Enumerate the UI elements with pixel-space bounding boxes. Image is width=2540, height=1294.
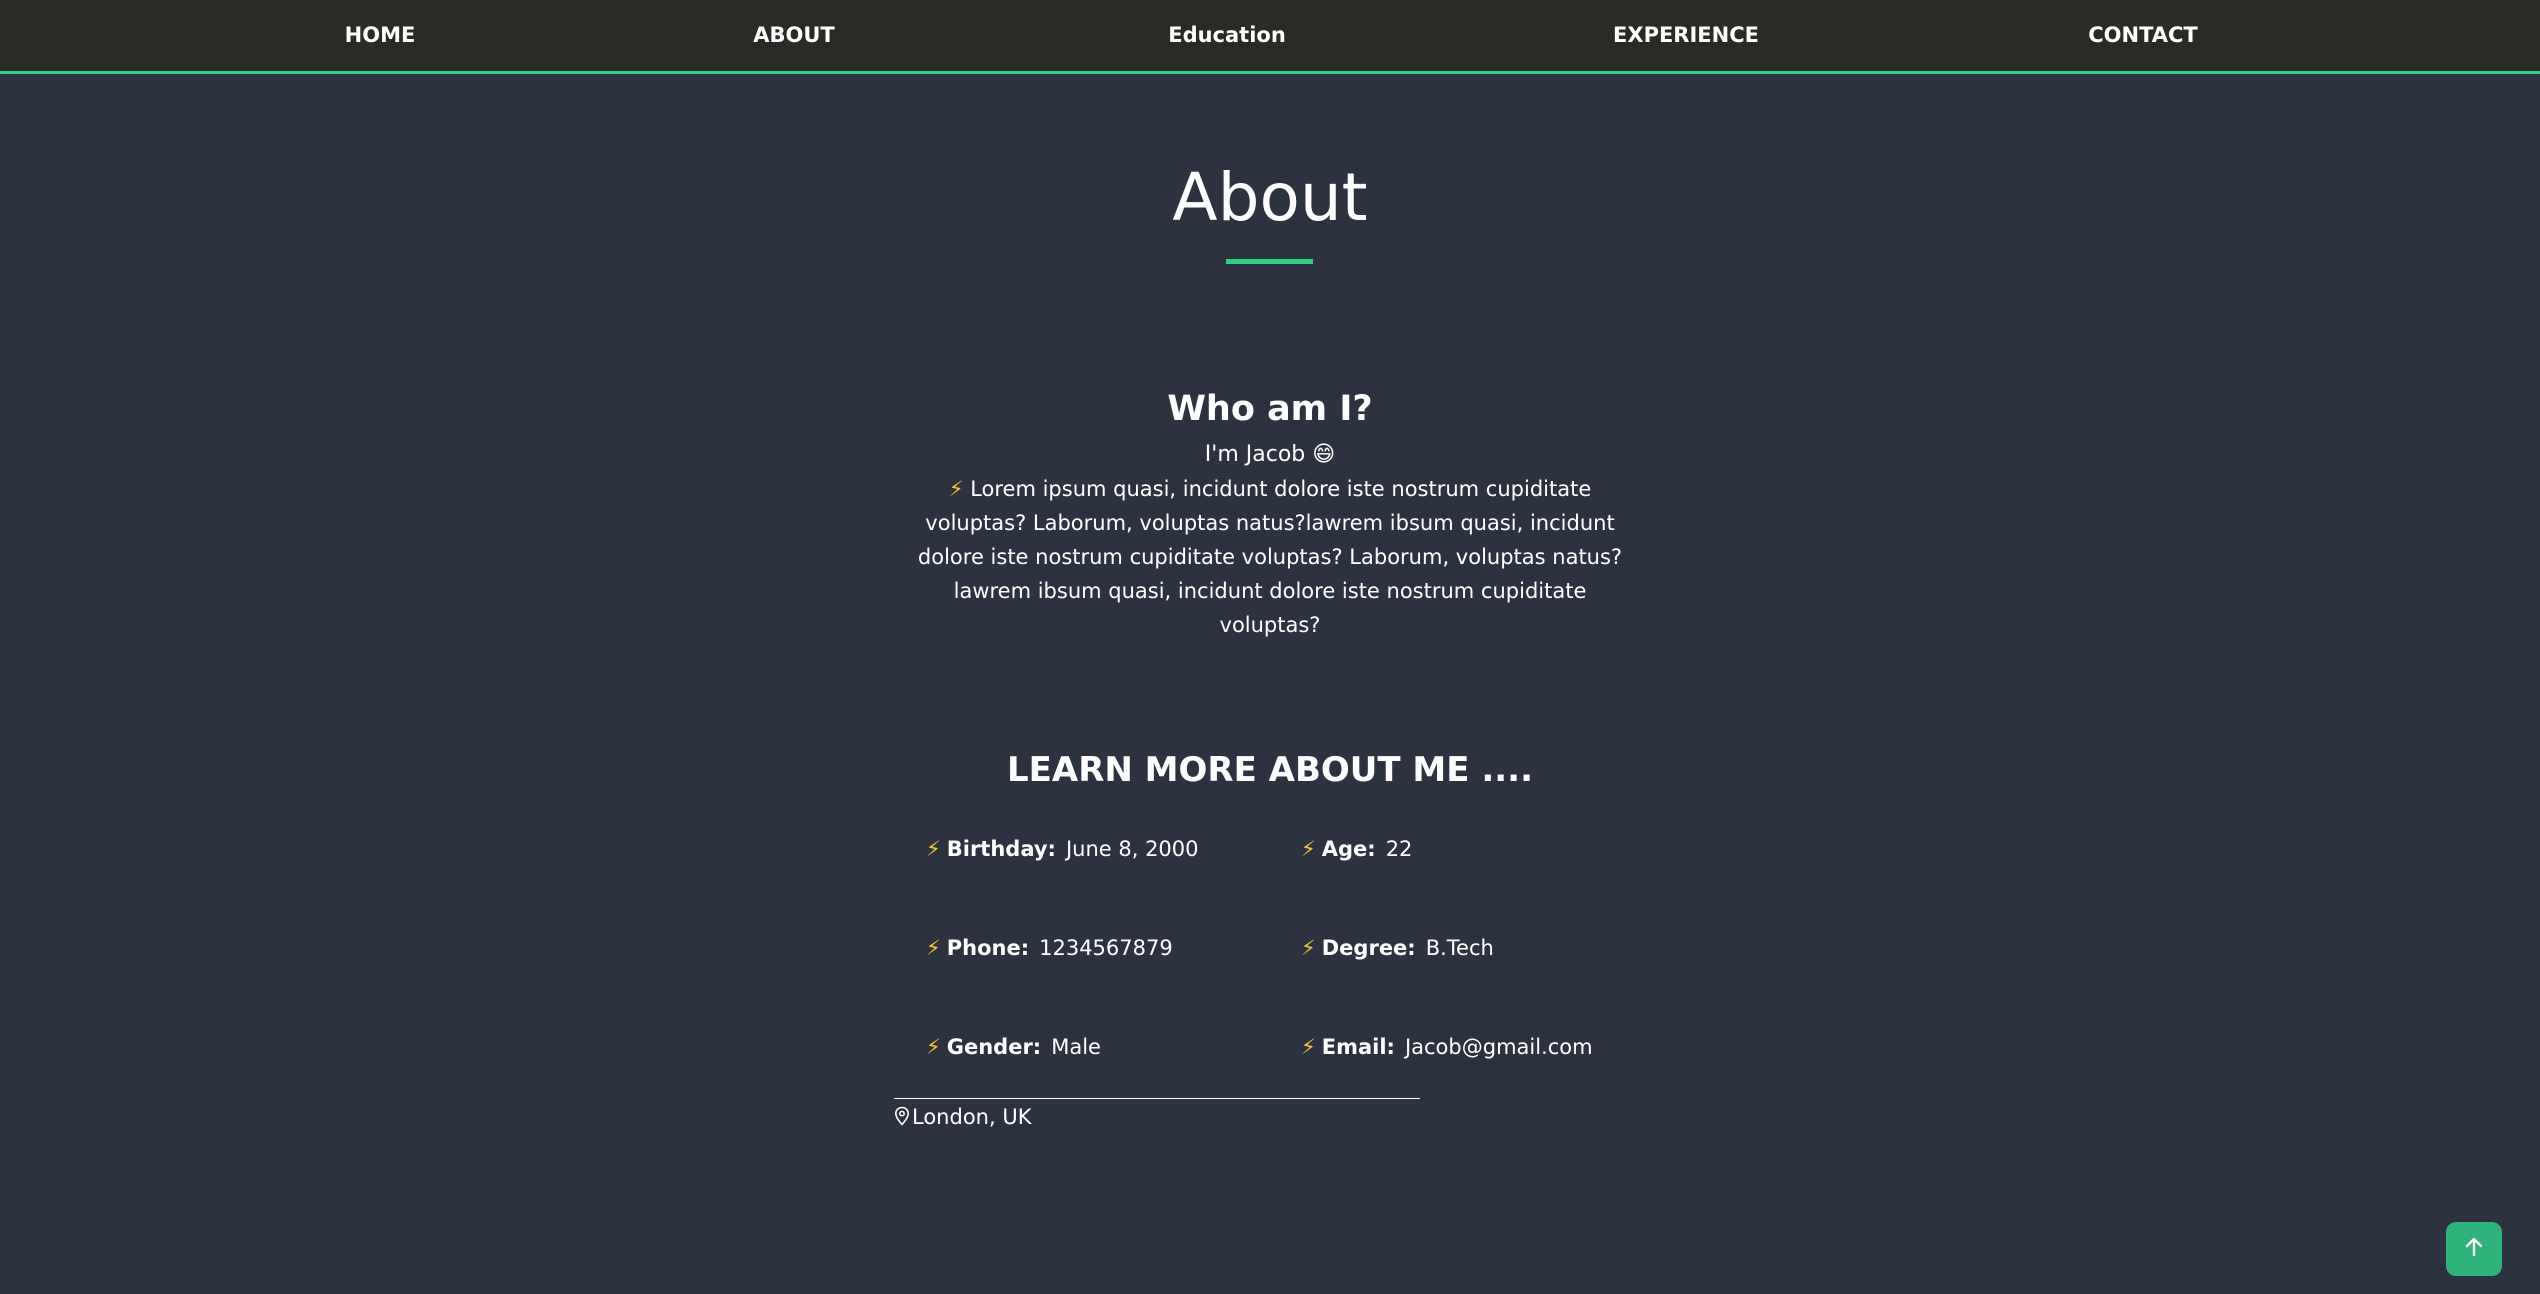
lightning-icon: ⚡ (926, 1035, 941, 1059)
nav-experience[interactable]: EXPERIENCE (1613, 0, 1759, 71)
info-gender: ⚡ Gender: Male (926, 1032, 1101, 1062)
lightning-icon: ⚡ (926, 936, 941, 960)
location: London, UK (894, 1102, 1031, 1132)
nav-home[interactable]: HOME (345, 0, 416, 71)
info-label: Gender: (946, 1035, 1042, 1059)
info-value: 22 (1385, 837, 1413, 861)
nav-contact[interactable]: CONTACT (2088, 0, 2198, 71)
info-label: Phone: (946, 936, 1030, 960)
arrow-up-icon (2462, 1235, 2486, 1263)
who-description: ⚡ Lorem ipsum quasi, incidunt dolore ist… (900, 472, 1640, 642)
nav-education[interactable]: Education (1168, 0, 1286, 71)
lightning-icon: ⚡ (948, 477, 964, 501)
info-label: Age: (1321, 837, 1376, 861)
info-label: Email: (1321, 1035, 1395, 1059)
location-text: London, UK (912, 1105, 1032, 1129)
info-value: June 8, 2000 (1065, 837, 1199, 861)
back-to-top-button[interactable] (2446, 1222, 2502, 1276)
map-pin-icon (894, 1105, 912, 1129)
info-label: Degree: (1321, 936, 1416, 960)
divider (894, 1098, 1420, 1099)
lightning-icon: ⚡ (1301, 936, 1316, 960)
info-birthday: ⚡ Birthday: June 8, 2000 (926, 834, 1199, 864)
info-value: 1234567879 (1039, 936, 1173, 960)
info-value: B.Tech (1425, 936, 1494, 960)
lightning-icon: ⚡ (1301, 837, 1316, 861)
lightning-icon: ⚡ (1301, 1035, 1316, 1059)
info-value[interactable]: Jacob@gmail.com (1405, 1035, 1593, 1059)
info-age: ⚡ Age: 22 (1301, 834, 1412, 864)
info-label: Birthday: (946, 837, 1056, 861)
who-description-text: Lorem ipsum quasi, incidunt dolore iste … (917, 477, 1623, 637)
info-degree: ⚡ Degree: B.Tech (1301, 933, 1494, 963)
nav-about[interactable]: ABOUT (753, 0, 835, 71)
navbar: HOME ABOUT Education EXPERIENCE CONTACT (0, 0, 2540, 74)
title-underline (1226, 259, 1313, 264)
info-phone: ⚡ Phone: 1234567879 (926, 933, 1173, 963)
lightning-icon: ⚡ (926, 837, 941, 861)
learn-more-heading: LEARN MORE ABOUT ME .... (1007, 750, 1533, 790)
who-am-i-heading: Who am I? (1167, 389, 1373, 429)
info-value: Male (1051, 1035, 1101, 1059)
info-email: ⚡ Email: Jacob@gmail.com (1301, 1032, 1593, 1062)
who-intro: I'm Jacob 😄 (1204, 442, 1336, 467)
page-title: About (1172, 159, 1368, 236)
